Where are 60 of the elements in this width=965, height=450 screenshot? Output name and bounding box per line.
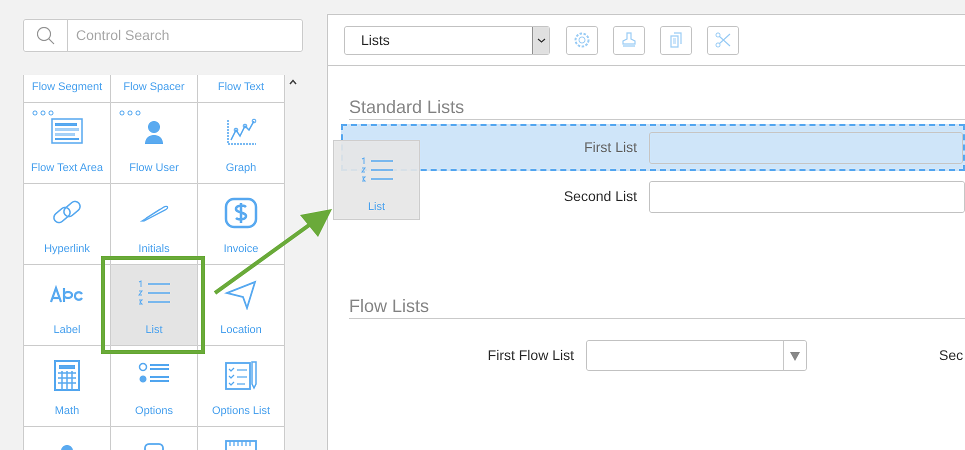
item-label: Options List bbox=[212, 404, 270, 419]
item-label: Graph bbox=[226, 161, 256, 176]
item-label: Initials bbox=[138, 242, 170, 257]
gear-icon bbox=[573, 31, 591, 49]
item-label: Flow Text bbox=[218, 80, 264, 95]
item-label: Flow User bbox=[129, 161, 179, 176]
palette-item[interactable]: Location bbox=[198, 265, 285, 346]
item-label: Flow Text Area bbox=[31, 161, 103, 176]
palette-item[interactable]: Flow Segment bbox=[24, 75, 111, 103]
palette-item[interactable]: Invoice bbox=[198, 184, 285, 265]
scissors-button[interactable] bbox=[707, 26, 739, 54]
field-label: Sec bbox=[939, 346, 964, 365]
scroll-up-icon[interactable] bbox=[288, 79, 296, 85]
palette-item[interactable]: Flow Text bbox=[198, 75, 285, 103]
field-label: First Flow List bbox=[488, 346, 574, 365]
stamp-icon bbox=[620, 31, 638, 49]
item-label: Invoice bbox=[224, 242, 258, 257]
triangle-down-icon bbox=[790, 350, 800, 360]
palette-item[interactable]: Label bbox=[24, 265, 111, 346]
palette-item[interactable]: Flow Spacer bbox=[111, 75, 198, 103]
drag-label: List bbox=[368, 200, 386, 215]
item-label: Options bbox=[135, 404, 173, 419]
item-label: Location bbox=[220, 323, 262, 338]
list-field[interactable] bbox=[649, 180, 965, 212]
item-label: Hyperlink bbox=[44, 242, 90, 257]
list-field[interactable] bbox=[649, 132, 963, 164]
scissors-icon bbox=[714, 31, 732, 49]
palette-item[interactable]: Initials bbox=[111, 184, 198, 265]
item-label: Math bbox=[54, 404, 80, 419]
layout-dropdown[interactable]: Lists bbox=[344, 26, 550, 54]
copy-button[interactable] bbox=[660, 26, 692, 54]
item-label: Label bbox=[54, 323, 80, 338]
search-input[interactable]: Control Search bbox=[68, 20, 302, 51]
field-label: First List bbox=[584, 138, 637, 157]
palette-item[interactable]: Math bbox=[24, 346, 111, 427]
palette-item[interactable]: Hyperlink bbox=[24, 184, 111, 265]
item-label: Flow Spacer bbox=[123, 80, 185, 95]
settings-button[interactable] bbox=[566, 26, 598, 54]
search-icon bbox=[36, 26, 56, 46]
more-dots-icon[interactable] bbox=[119, 110, 141, 116]
navigation-arrow-icon bbox=[223, 278, 259, 310]
palette-item[interactable]: Flow Text Area bbox=[24, 103, 111, 184]
item-label: List bbox=[145, 323, 163, 338]
more-dots-icon[interactable] bbox=[32, 110, 54, 116]
dropdown-value: Lists bbox=[360, 30, 391, 50]
palette-item[interactable]: Options bbox=[111, 346, 198, 427]
list-dropdown[interactable] bbox=[586, 340, 807, 371]
palette-item[interactable]: List bbox=[111, 265, 198, 346]
dollar-icon bbox=[223, 196, 259, 228]
section-heading: Flow Lists bbox=[349, 295, 965, 319]
checklist-icon bbox=[223, 358, 259, 390]
field-label: Second List bbox=[564, 187, 637, 206]
item-label: Flow Segment bbox=[32, 80, 102, 95]
section-heading: Standard Lists bbox=[349, 96, 965, 120]
chevron-down-icon bbox=[536, 38, 546, 42]
search-box[interactable]: Control Search bbox=[23, 19, 303, 52]
palette-item[interactable]: Options List bbox=[198, 346, 285, 427]
palette-item[interactable]: Flow User bbox=[111, 103, 198, 184]
palette-item[interactable]: Graph bbox=[198, 103, 285, 184]
stamp-button[interactable] bbox=[613, 26, 645, 54]
